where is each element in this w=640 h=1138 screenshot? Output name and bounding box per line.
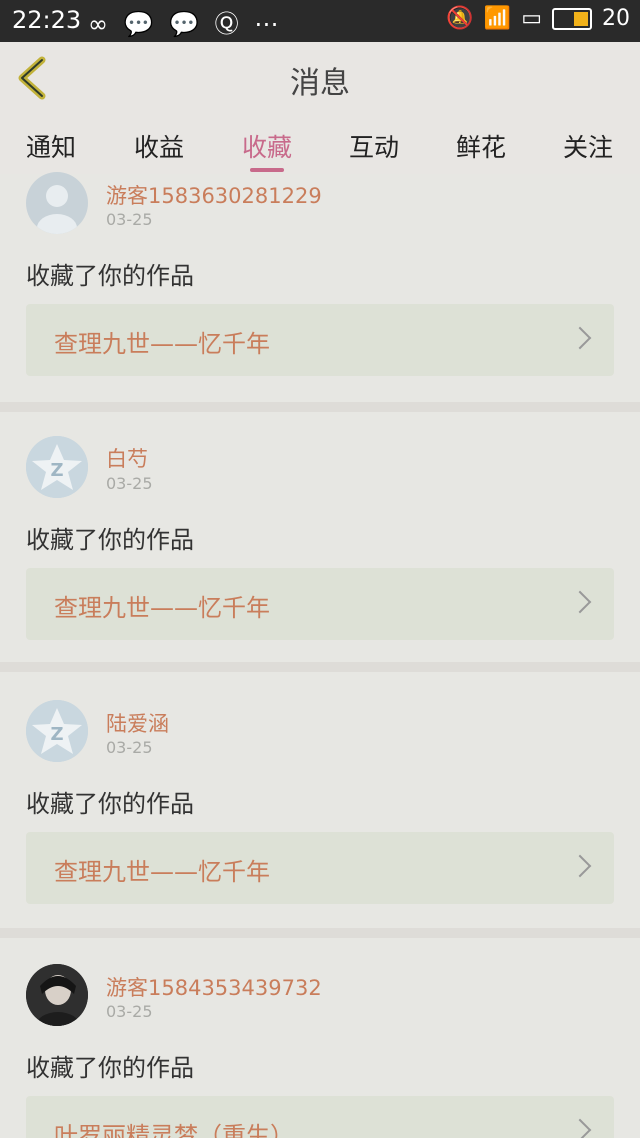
message-card: Z 白芍 03-25 收藏了你的作品 查理九世——忆千年 [0, 412, 640, 662]
svg-text:Z: Z [50, 724, 63, 745]
username[interactable]: 陆爱涵 [106, 708, 169, 738]
qzone-avatar-icon[interactable]: Z [26, 436, 88, 498]
username[interactable]: 游客1584353439732 [106, 972, 322, 1002]
username[interactable]: 白芍 [106, 443, 148, 473]
action-text: 收藏了你的作品 [26, 526, 194, 554]
status-bar: 22:23 ∞ 💬 💬 Ⓠ ⋯ 🔕 📶 ▭ 20 [0, 0, 640, 42]
work-title: 查理九世——忆千年 [54, 858, 270, 886]
tab-flowers[interactable]: 鲜花 [456, 128, 506, 164]
work-link[interactable]: 查理九世——忆千年 [26, 832, 614, 904]
work-title: 查理九世——忆千年 [54, 594, 270, 622]
divider [0, 662, 640, 672]
tab-notifications[interactable]: 通知 [26, 128, 76, 164]
tab-follows[interactable]: 关注 [563, 128, 613, 164]
battery-level: 20 [602, 6, 630, 31]
tab-favorites[interactable]: 收藏 [242, 128, 292, 164]
chevron-right-icon [568, 854, 592, 878]
status-right: 🔕 📶 ▭ 20 [446, 6, 630, 31]
divider [0, 402, 640, 412]
message-date: 03-25 [106, 1002, 153, 1021]
work-link[interactable]: 叶罗丽精灵梦（重生） [26, 1096, 614, 1138]
message-card: 游客1584353439732 03-25 收藏了你的作品 叶罗丽精灵梦（重生） [0, 938, 640, 1138]
screen-icon: ▭ [521, 6, 542, 31]
message-date: 03-25 [106, 474, 153, 493]
action-text: 收藏了你的作品 [26, 262, 194, 290]
chevron-right-icon [568, 1118, 592, 1138]
tab-interactions[interactable]: 互动 [349, 128, 399, 164]
action-text: 收藏了你的作品 [26, 790, 194, 818]
username[interactable]: 游客1583630281229 [106, 180, 322, 210]
battery-icon [552, 7, 592, 30]
mute-icon: 🔕 [446, 6, 474, 31]
message-card: 游客1583630281229 03-25 收藏了你的作品 查理九世——忆千年 [0, 172, 640, 402]
message-card: Z 陆爱涵 03-25 收藏了你的作品 查理九世——忆千年 [0, 672, 640, 928]
message-date: 03-25 [106, 738, 153, 757]
header: 消息 [0, 42, 640, 116]
work-title: 叶罗丽精灵梦（重生） [54, 1122, 294, 1138]
notification-icons: ∞ 💬 💬 Ⓠ ⋯ [88, 10, 283, 38]
work-link[interactable]: 查理九世——忆千年 [26, 568, 614, 640]
work-title: 查理九世——忆千年 [54, 330, 270, 358]
page-title: 消息 [290, 66, 350, 101]
photo-avatar-icon[interactable] [26, 964, 88, 1026]
chevron-right-icon [568, 326, 592, 350]
default-avatar-icon[interactable] [26, 172, 88, 234]
tab-earnings[interactable]: 收益 [134, 128, 184, 164]
message-date: 03-25 [106, 210, 153, 229]
active-tab-indicator [250, 168, 284, 172]
svg-text:Z: Z [50, 460, 63, 481]
tab-bar: 通知 收益 收藏 互动 鲜花 关注 [0, 116, 640, 174]
work-link[interactable]: 查理九世——忆千年 [26, 304, 614, 376]
divider [0, 928, 640, 938]
action-text: 收藏了你的作品 [26, 1054, 194, 1082]
wifi-icon: 📶 [483, 6, 512, 31]
qzone-avatar-icon[interactable]: Z [26, 700, 88, 762]
status-time: 22:23 [12, 6, 82, 34]
chevron-right-icon [568, 590, 592, 614]
